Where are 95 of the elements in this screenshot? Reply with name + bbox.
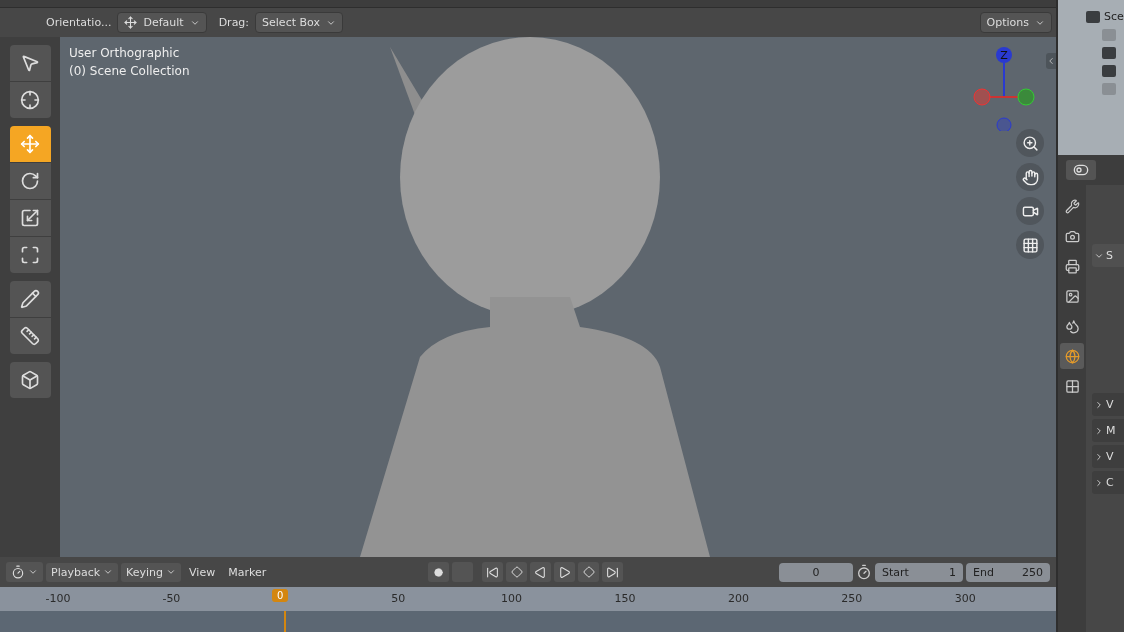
- zoom-button[interactable]: [1016, 129, 1044, 157]
- options-dropdown[interactable]: Options: [979, 12, 1052, 33]
- camera-icon: [1064, 228, 1080, 244]
- select-tool[interactable]: [9, 45, 51, 81]
- chevron-down-icon: [166, 567, 177, 577]
- camera-button[interactable]: [1016, 197, 1044, 225]
- record-button[interactable]: [428, 562, 449, 582]
- editor-type-button[interactable]: [6, 562, 43, 582]
- view-name: User Orthographic: [69, 46, 181, 60]
- zoom-icon: [1021, 134, 1039, 152]
- skip-back-icon: [486, 565, 499, 579]
- play-button[interactable]: [554, 562, 575, 582]
- toggle-icon: [1073, 162, 1089, 178]
- start-frame-field[interactable]: Start 1: [875, 562, 963, 582]
- collection-icon: [1102, 65, 1116, 77]
- droplets-icon: [1064, 318, 1080, 334]
- collection-icon: [1102, 29, 1116, 41]
- panel-header[interactable]: V: [1092, 445, 1124, 468]
- pencil-icon: [20, 289, 40, 309]
- keyframe-forward-button[interactable]: [578, 562, 599, 582]
- image-icon: [1064, 288, 1080, 304]
- clock-icon: [11, 565, 25, 579]
- hand-icon: [1021, 168, 1039, 186]
- crosshair-icon: [20, 90, 40, 110]
- transform-tool[interactable]: [9, 237, 51, 273]
- current-frame-field[interactable]: 0: [779, 562, 853, 582]
- orientation-label: Orientatio...: [46, 16, 112, 29]
- frame-number: 100: [501, 592, 523, 605]
- editor-toggle-button[interactable]: [1066, 160, 1096, 180]
- grid-button[interactable]: [1016, 231, 1044, 259]
- printer-icon: [1064, 258, 1080, 274]
- timeline-menu[interactable]: Marker: [223, 562, 272, 582]
- end-frame-field[interactable]: End 250: [966, 562, 1050, 582]
- panel-header[interactable]: C: [1092, 471, 1124, 494]
- collection-icon: [1102, 47, 1116, 59]
- rotate-tool[interactable]: [9, 163, 51, 199]
- keyframe-back-button[interactable]: [506, 562, 527, 582]
- play-reverse-icon: [534, 565, 547, 579]
- grid-icon: [1021, 236, 1039, 254]
- transform-icon: [20, 245, 40, 265]
- timeline-menu[interactable]: View: [184, 562, 221, 582]
- scene-label[interactable]: Sce: [1104, 10, 1124, 23]
- measure-tool[interactable]: [9, 318, 51, 354]
- scale-tool[interactable]: [9, 200, 51, 236]
- add-cube-tool[interactable]: [9, 362, 51, 398]
- timeline-menu[interactable]: Playback: [46, 562, 119, 582]
- scale-icon: [20, 208, 40, 228]
- collection-icon: [1102, 83, 1116, 95]
- chevron-right-icon: [1094, 477, 1104, 488]
- frame-number: 200: [727, 592, 749, 605]
- chevron-right-icon: [1094, 425, 1104, 436]
- frame-number: 250: [841, 592, 863, 605]
- orientation-dropdown[interactable]: Default: [117, 12, 207, 33]
- pan-button[interactable]: [1016, 163, 1044, 191]
- cube-icon: [20, 370, 40, 390]
- frame-number: -100: [45, 592, 71, 605]
- diamond-icon: [582, 566, 595, 578]
- chevron-down-icon: [28, 567, 38, 577]
- record-icon: [434, 567, 443, 577]
- playhead-line: [284, 611, 286, 632]
- frame-number: 300: [954, 592, 976, 605]
- play-reverse-button[interactable]: [530, 562, 551, 582]
- stopwatch-icon[interactable]: [856, 564, 872, 580]
- jump-end-button[interactable]: [602, 562, 623, 582]
- collection-name: (0) Scene Collection: [69, 64, 190, 78]
- cursor-tool[interactable]: [9, 82, 51, 118]
- frame-number: 150: [614, 592, 636, 605]
- panel-header[interactable]: M: [1092, 419, 1124, 442]
- ruler-icon: [20, 326, 40, 346]
- play-icon: [558, 565, 571, 579]
- drag-label: Drag:: [218, 16, 250, 29]
- move-tool[interactable]: [9, 126, 51, 162]
- panel-header[interactable]: V: [1092, 393, 1124, 416]
- frame-number: -50: [162, 592, 181, 605]
- world-tab[interactable]: [1060, 343, 1084, 369]
- collection-icon: [1086, 10, 1100, 23]
- annotate-tool[interactable]: [9, 281, 51, 317]
- section-header[interactable]: S: [1092, 244, 1124, 267]
- skip-forward-icon: [606, 565, 619, 579]
- globe-icon: [1064, 348, 1080, 364]
- drag-dropdown[interactable]: Select Box: [255, 12, 343, 33]
- rotate-icon: [20, 171, 40, 191]
- move-icon: [124, 16, 138, 29]
- wrench-icon: [1064, 198, 1080, 214]
- chevron-left-icon: [1046, 56, 1056, 66]
- pointer-icon: [20, 53, 40, 73]
- frame-number: 50: [391, 592, 406, 605]
- move-icon: [20, 134, 40, 154]
- jump-start-button[interactable]: [482, 562, 503, 582]
- chevron-down-icon: [103, 567, 114, 577]
- chevron-right-icon: [1094, 399, 1104, 410]
- chevron-right-icon: [1094, 451, 1104, 462]
- collapse-button[interactable]: [1046, 53, 1056, 69]
- diamond-icon: [510, 566, 523, 578]
- timeline-menu[interactable]: Keying: [121, 562, 182, 582]
